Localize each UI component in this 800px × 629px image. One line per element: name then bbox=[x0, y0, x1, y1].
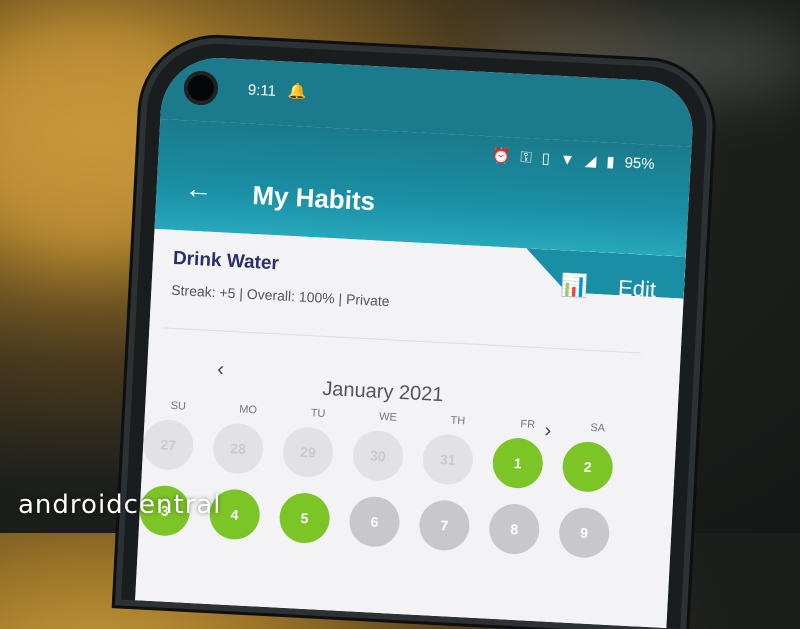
edit-button[interactable]: Edit bbox=[617, 275, 657, 303]
status-icons: ⏰ ⚿ ▯ ▼ ◢ ▮ 95% bbox=[491, 146, 655, 173]
battery-percent: 95% bbox=[624, 153, 656, 173]
prev-month-chevron-icon[interactable]: ‹ bbox=[217, 358, 225, 381]
habit-detail: 📊 Edit Drink Water Streak: +5 | Overall:… bbox=[135, 228, 686, 629]
signal-icon: ◢ bbox=[584, 152, 597, 170]
calendar-day[interactable]: 8 bbox=[488, 502, 541, 556]
weekday-label: SU bbox=[170, 399, 187, 413]
calendar-day[interactable]: 28 bbox=[211, 422, 265, 475]
vibrate-icon: ▯ bbox=[541, 150, 551, 168]
calendar-day[interactable]: 30 bbox=[351, 429, 405, 483]
calendar-month: January 2021 bbox=[321, 377, 444, 407]
habit-meta: Streak: +5 | Overall: 100% | Private bbox=[170, 281, 391, 310]
stats-chart-icon[interactable]: 📊 bbox=[560, 272, 589, 299]
divider bbox=[163, 327, 641, 354]
weekday-label: TH bbox=[450, 414, 466, 428]
habit-header: Drink Water Streak: +5 | Overall: 100% |… bbox=[171, 248, 392, 309]
phone-body: 9:11 🔔 ⏰ ⚿ ▯ ▼ ◢ ▮ 95% ← My Habits 📊 Edi… bbox=[121, 40, 710, 629]
phone-screen: 9:11 🔔 ⏰ ⚿ ▯ ▼ ◢ ▮ 95% ← My Habits 📊 Edi… bbox=[135, 55, 695, 629]
calendar-day[interactable]: 6 bbox=[348, 495, 401, 549]
weekday-label: TU bbox=[310, 407, 326, 421]
vpn-key-icon: ⚿ bbox=[519, 148, 533, 166]
weekday-label: WE bbox=[378, 410, 398, 424]
rocket-icon: 🔔 bbox=[287, 82, 308, 101]
calendar-day[interactable]: 31 bbox=[421, 433, 475, 486]
front-camera bbox=[183, 70, 219, 106]
calendar-day[interactable]: 2 bbox=[561, 440, 614, 494]
status-time: 9:11 bbox=[247, 81, 277, 100]
weekday-label: SA bbox=[590, 421, 606, 435]
calendar-day[interactable]: 27 bbox=[141, 418, 195, 472]
back-arrow-icon[interactable]: ← bbox=[184, 172, 214, 205]
calendar-day[interactable]: 1 bbox=[491, 436, 545, 490]
page-title: My Habits bbox=[251, 179, 376, 217]
calendar-day[interactable]: 29 bbox=[281, 425, 335, 479]
weekday-label: FR bbox=[520, 418, 536, 431]
wifi-icon: ▼ bbox=[559, 150, 576, 169]
calendar-day[interactable]: 5 bbox=[278, 491, 331, 545]
habit-name: Drink Water bbox=[172, 247, 280, 275]
watermark-logo: androidcentral bbox=[18, 490, 222, 520]
calendar-day[interactable]: 7 bbox=[418, 499, 471, 552]
weekday-label: MO bbox=[238, 403, 258, 417]
battery-icon: ▮ bbox=[605, 153, 616, 171]
alarm-icon: ⏰ bbox=[491, 147, 511, 166]
